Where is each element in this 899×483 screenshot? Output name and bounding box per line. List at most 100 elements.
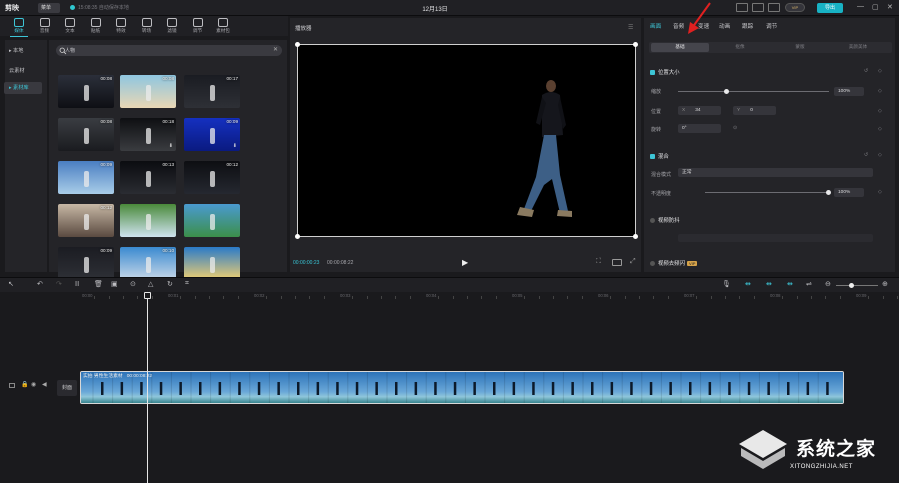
- rotate-field[interactable]: 0°: [678, 124, 721, 133]
- player-menu-icon[interactable]: ☰: [628, 24, 633, 31]
- scale-slider[interactable]: [678, 91, 829, 92]
- expand-icon[interactable]: ⤢: [630, 258, 636, 266]
- inspector-subtab[interactable]: 蒙版: [775, 44, 825, 50]
- resize-handle-tr[interactable]: [633, 42, 638, 47]
- freeze-icon[interactable]: ▣: [111, 280, 118, 288]
- section-position-size[interactable]: 位置大小: [650, 68, 680, 76]
- tool-audio[interactable]: 音频: [32, 17, 58, 36]
- link-preview-icon[interactable]: ⇹: [766, 280, 772, 288]
- resize-handle-bl[interactable]: [295, 234, 300, 239]
- minimize-button[interactable]: —: [857, 3, 864, 10]
- tool-package[interactable]: 素材包: [210, 17, 236, 36]
- checkbox-icon[interactable]: [650, 70, 655, 76]
- split-preview-icon[interactable]: ⇌: [806, 280, 812, 288]
- media-thumbnail[interactable]: 00:09: [58, 161, 114, 194]
- mute-icon[interactable]: ◀: [42, 381, 47, 388]
- tool-text[interactable]: 文本: [57, 17, 83, 36]
- lock-icon[interactable]: 🔒: [21, 381, 28, 388]
- media-thumbnail[interactable]: 00:10: [120, 247, 176, 280]
- zoom-fit-icon[interactable]: ⊕: [882, 280, 888, 288]
- media-thumbnail[interactable]: 00:08: [58, 75, 114, 108]
- section-stabilize[interactable]: 视频防抖: [650, 216, 680, 224]
- nav-item-cloud[interactable]: 云素材: [4, 65, 42, 77]
- reverse-icon[interactable]: ⊙: [130, 280, 136, 288]
- playhead-handle[interactable]: [144, 292, 151, 299]
- zoom-slider-knob[interactable]: [849, 283, 854, 288]
- keyframe-icon[interactable]: ◇: [878, 88, 882, 94]
- resize-handle-br[interactable]: [633, 234, 638, 239]
- clear-search-icon[interactable]: ✕: [273, 46, 278, 53]
- search-input[interactable]: ✕: [56, 45, 282, 56]
- keyframe-icon[interactable]: ◇: [878, 152, 882, 158]
- inspector-tab[interactable]: 画面: [650, 22, 661, 30]
- record-audio-icon[interactable]: 🎙: [722, 280, 731, 288]
- menu-button[interactable]: 菜单: [38, 3, 60, 13]
- media-thumbnail[interactable]: 00:09 ⬇: [184, 118, 240, 151]
- select-tool-icon[interactable]: ↖: [8, 280, 14, 288]
- cover-button[interactable]: 封面: [57, 380, 77, 396]
- tool-media[interactable]: 媒体: [6, 17, 32, 36]
- reset-icon[interactable]: ↺: [864, 68, 868, 74]
- media-thumbnail[interactable]: [184, 247, 240, 280]
- close-button[interactable]: ✕: [887, 3, 893, 11]
- media-thumbnail[interactable]: 00:08: [120, 75, 176, 108]
- tool-sticker[interactable]: 贴纸: [83, 17, 109, 36]
- reset-icon[interactable]: ↺: [864, 152, 868, 158]
- fullscreen-crop-icon[interactable]: ⛶: [596, 258, 601, 266]
- opacity-slider[interactable]: [705, 192, 829, 193]
- position-x-field[interactable]: X 34: [678, 106, 721, 115]
- position-y-field[interactable]: Y0: [733, 106, 776, 115]
- inspector-subtab[interactable]: 美颜美体: [833, 44, 883, 50]
- media-thumbnail[interactable]: 00:09: [58, 247, 114, 280]
- shortcut-icon[interactable]: [736, 3, 748, 12]
- vip-badge[interactable]: VIP: [785, 3, 805, 12]
- media-thumbnail[interactable]: 00:12: [184, 161, 240, 194]
- link-snap-icon[interactable]: ⇹: [787, 280, 793, 288]
- tool-effects[interactable]: 特效: [108, 17, 134, 36]
- inspector-tab[interactable]: 跟踪: [742, 22, 753, 30]
- tool-adjust[interactable]: 调节: [185, 17, 211, 36]
- delete-icon[interactable]: 🗑: [94, 280, 103, 288]
- maximize-button[interactable]: ▢: [872, 3, 879, 11]
- tool-filter[interactable]: 滤镜: [159, 17, 185, 36]
- rotate-icon[interactable]: ↻: [167, 280, 173, 288]
- resize-handle-tl[interactable]: [295, 42, 300, 47]
- inspector-subtab[interactable]: 基础: [655, 44, 705, 50]
- inspector-subtab[interactable]: 抠像: [715, 44, 765, 50]
- media-thumbnail[interactable]: 00:08: [58, 118, 114, 151]
- split-icon[interactable]: ⅠⅠ: [75, 280, 79, 288]
- download-icon[interactable]: ⬇: [233, 143, 237, 149]
- settings-icon[interactable]: [768, 3, 780, 12]
- undo-icon[interactable]: ↶: [37, 280, 43, 288]
- video-preview[interactable]: [295, 42, 638, 239]
- scale-value[interactable]: 100%: [834, 87, 864, 96]
- redo-icon[interactable]: ↷: [56, 280, 62, 288]
- keyframe-icon[interactable]: ◇: [878, 68, 882, 74]
- zoom-slider[interactable]: [836, 285, 878, 286]
- media-thumbnail[interactable]: 00:18 ⬇: [120, 118, 176, 151]
- keyframe-icon[interactable]: ◇: [878, 126, 882, 132]
- media-thumbnail[interactable]: 00:12: [58, 204, 114, 237]
- blend-mode-select[interactable]: 正常: [678, 168, 873, 177]
- link-main-track-icon[interactable]: ⇹: [745, 280, 751, 288]
- checkbox-icon[interactable]: [650, 261, 655, 267]
- download-icon[interactable]: ⬇: [169, 143, 173, 149]
- opacity-slider-knob[interactable]: [826, 190, 831, 195]
- keyframe-icon[interactable]: ◇: [878, 189, 882, 195]
- crop-icon[interactable]: ⌗: [185, 280, 189, 288]
- visibility-icon[interactable]: ◉: [31, 381, 36, 388]
- opacity-value[interactable]: 100%: [834, 188, 864, 197]
- keyframe-icon[interactable]: ◇: [878, 108, 882, 114]
- video-clip[interactable]: [80, 371, 844, 404]
- play-button[interactable]: ▶: [462, 258, 468, 267]
- inspector-tab[interactable]: 调节: [766, 22, 777, 30]
- mirror-icon[interactable]: △: [148, 280, 153, 288]
- section-denoise[interactable]: 视频去频闪 VIP: [650, 259, 698, 267]
- layout-icon[interactable]: [752, 3, 764, 12]
- ratio-icon[interactable]: [612, 259, 622, 266]
- media-thumbnail[interactable]: [120, 204, 176, 237]
- track-thumb-icon[interactable]: [9, 383, 15, 388]
- playhead[interactable]: [147, 296, 148, 483]
- tool-transition[interactable]: 转场: [134, 17, 160, 36]
- inspector-tab[interactable]: 动画: [719, 22, 730, 30]
